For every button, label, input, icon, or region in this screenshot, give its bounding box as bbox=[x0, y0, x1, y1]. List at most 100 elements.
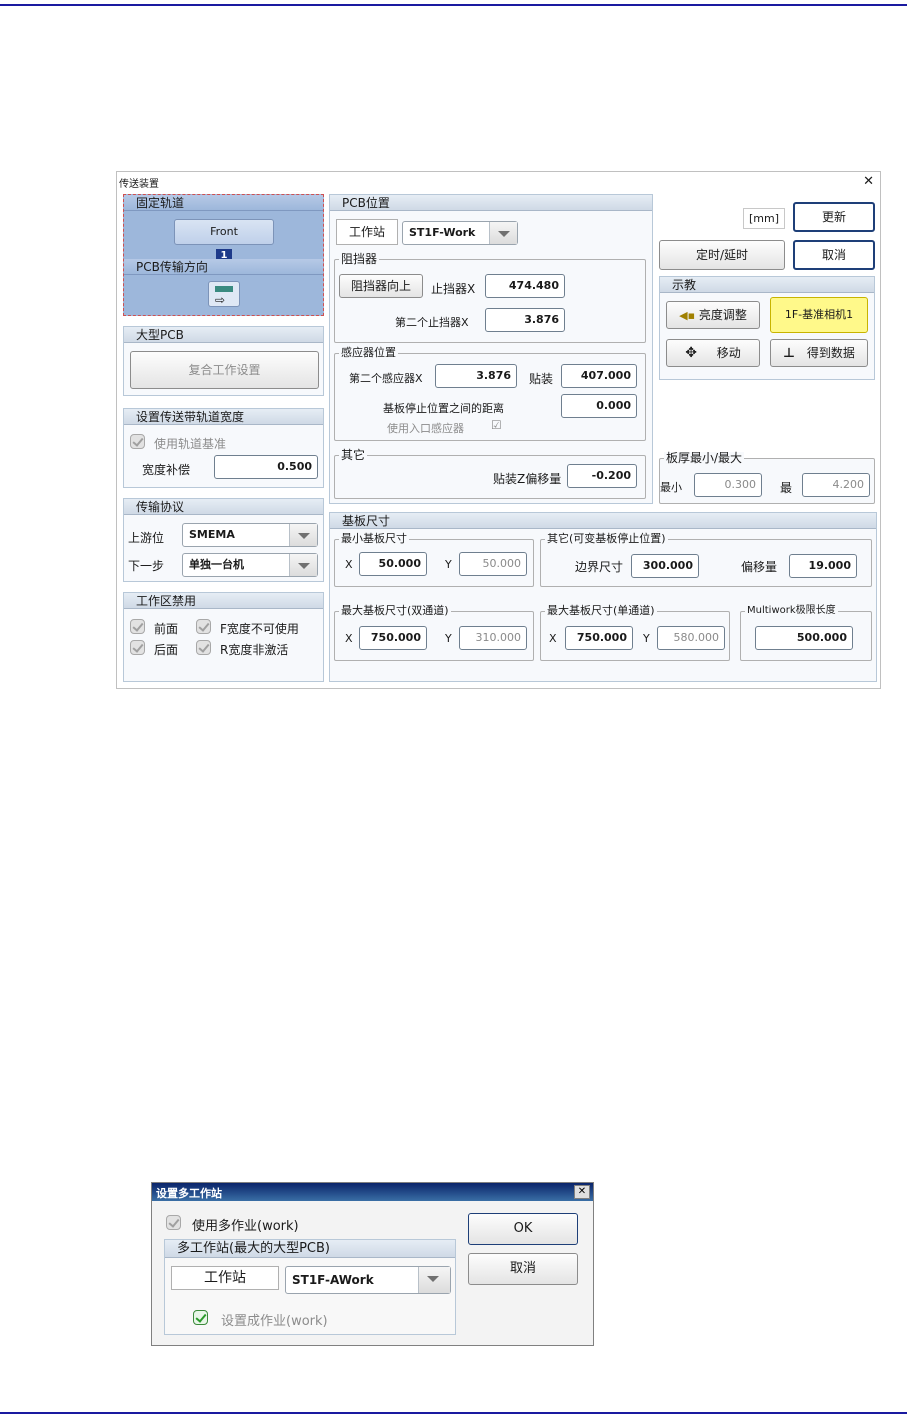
fixed-rail-header: 固定轨道 bbox=[124, 195, 323, 211]
thickness-max-input[interactable]: 4.200 bbox=[802, 473, 870, 497]
multistation-title: 设置多工作站 bbox=[156, 1187, 222, 1200]
sensor-fieldset: 感应器位置 第二个感应器X 3.876 贴装 407.000 基板停止位置之间的… bbox=[334, 347, 646, 441]
offset-label: 偏移量 bbox=[741, 560, 778, 574]
board-size-header: 基板尺寸 bbox=[330, 513, 876, 529]
station-select[interactable]: ST1F-Work bbox=[402, 221, 518, 245]
mount-label: 贴装 bbox=[529, 372, 554, 386]
get-data-button[interactable]: ⊥ 得到数据 bbox=[770, 339, 868, 367]
z-offset-input[interactable]: -0.200 bbox=[567, 464, 637, 488]
ms-station-tab[interactable]: 工作站 bbox=[171, 1266, 279, 1290]
second-stopper-x-label: 第二个止挡器X bbox=[395, 316, 469, 329]
width-comp-input[interactable]: 0.500 bbox=[214, 455, 318, 479]
brightness-button-label: 亮度调整 bbox=[698, 308, 747, 322]
min-x-label: X bbox=[345, 558, 353, 571]
use-multi-work-label: 使用多作业(work) bbox=[192, 1219, 299, 1234]
ms-station-select[interactable]: ST1F-AWork bbox=[285, 1266, 451, 1294]
thickness-fieldset: 板厚最小/最大 最小 0.300 最 4.200 bbox=[659, 452, 875, 504]
dual-y-label: Y bbox=[445, 632, 452, 645]
min-x-input[interactable]: 50.000 bbox=[359, 552, 427, 576]
next-select[interactable]: 单独一台机 bbox=[182, 553, 318, 577]
use-rail-ref-checkbox[interactable] bbox=[130, 434, 145, 449]
multistation-group: 多工作站(最大的大型PCB) 工作站 ST1F-AWork 设置成作业(work… bbox=[164, 1239, 456, 1335]
use-multi-work-checkbox[interactable] bbox=[166, 1215, 181, 1230]
direction-toggle-button[interactable]: ⇨ bbox=[208, 281, 240, 307]
sensor-legend: 感应器位置 bbox=[339, 346, 398, 359]
set-as-work-checkbox[interactable] bbox=[193, 1310, 208, 1325]
bottom-rule bbox=[0, 1412, 907, 1414]
single-y-label: Y bbox=[643, 632, 650, 645]
move-button-label: 移动 bbox=[716, 346, 741, 360]
rail-width-group: 设置传送带轨道宽度 使用轨道基准 宽度补偿 0.500 bbox=[123, 408, 324, 488]
composite-work-button[interactable]: 复合工作设置 bbox=[130, 351, 319, 389]
single-y-input[interactable]: 580.000 bbox=[657, 626, 725, 650]
dual-y-input[interactable]: 310.000 bbox=[459, 626, 527, 650]
upstream-label: 上游位 bbox=[128, 531, 165, 545]
f-width-checkbox[interactable] bbox=[196, 619, 211, 634]
use-entry-sensor-label: 使用入口感应器 bbox=[387, 422, 464, 435]
entry-sensor-checkbox[interactable]: ☑ bbox=[491, 418, 502, 432]
dual-x-input[interactable]: 750.000 bbox=[359, 626, 427, 650]
move-button[interactable]: ✥ 移动 bbox=[666, 339, 760, 367]
stopper-x-input[interactable]: 474.480 bbox=[485, 274, 565, 298]
front-checkbox[interactable] bbox=[130, 619, 145, 634]
station-value: ST1F-Work bbox=[409, 226, 476, 239]
stopper-x-label: 止挡器X bbox=[431, 282, 476, 296]
timer-button[interactable]: 定时/延时 bbox=[659, 240, 785, 270]
unit-label: [mm] bbox=[743, 208, 786, 229]
pcb-position-header: PCB位置 bbox=[330, 195, 652, 211]
arrow-right-icon bbox=[215, 286, 233, 292]
arrow-outline-icon: ⇨ bbox=[215, 293, 226, 307]
multiwork-input[interactable]: 500.000 bbox=[755, 626, 853, 650]
rear-checkbox[interactable] bbox=[130, 640, 145, 655]
upstream-select[interactable]: SMEMA bbox=[182, 523, 318, 547]
close-icon[interactable]: ✕ bbox=[863, 174, 874, 189]
board-size-group: 基板尺寸 最小基板尺寸 X 50.000 Y 50.000 其它(可变基板停止位… bbox=[329, 512, 877, 682]
close-icon[interactable]: ✕ bbox=[574, 1185, 590, 1199]
pcb-position-group: PCB位置 工作站 ST1F-Work 阻挡器 阻挡器向上 止挡器X 474.4… bbox=[329, 194, 653, 504]
conveyor-dialog: 传送装置 ✕ 固定轨道 Front 1 PCB传输方向 ⇨ 大型PCB 复合工作… bbox=[116, 171, 881, 689]
min-y-input[interactable]: 50.000 bbox=[459, 552, 527, 576]
ms-cancel-button[interactable]: 取消 bbox=[468, 1253, 578, 1285]
second-stopper-x-input[interactable]: 3.876 bbox=[485, 308, 565, 332]
offset-input[interactable]: 19.000 bbox=[789, 554, 857, 578]
border-input[interactable]: 300.000 bbox=[631, 554, 699, 578]
front-button[interactable]: Front bbox=[174, 219, 274, 245]
multistation-titlebar: 设置多工作站 ✕ bbox=[152, 1183, 593, 1201]
single-x-input[interactable]: 750.000 bbox=[565, 626, 633, 650]
window-title: 传送装置 bbox=[119, 179, 159, 190]
next-value: 单独一台机 bbox=[189, 558, 244, 571]
mount-input[interactable]: 407.000 bbox=[561, 364, 637, 388]
min-board-fieldset: 最小基板尺寸 X 50.000 Y 50.000 bbox=[334, 533, 534, 587]
fixed-rail-panel: 固定轨道 Front 1 PCB传输方向 ⇨ bbox=[123, 194, 324, 316]
max-single-fieldset: 最大基板尺寸(单通道) X 750.000 Y 580.000 bbox=[540, 605, 730, 661]
move-icon: ✥ bbox=[685, 345, 697, 361]
multiwork-fieldset: Multiwork极限长度 500.000 bbox=[740, 605, 872, 661]
other-fieldset: 其它 贴装Z偏移量 -0.200 bbox=[334, 449, 646, 499]
transfer-protocol-header: 传输协议 bbox=[124, 499, 323, 515]
r-width-checkbox[interactable] bbox=[196, 640, 211, 655]
upstream-value: SMEMA bbox=[189, 528, 235, 541]
get-data-button-label: 得到数据 bbox=[806, 346, 855, 360]
workzone-disable-group: 工作区禁用 前面 F宽度不可使用 后面 R宽度非激活 bbox=[123, 592, 324, 682]
max-single-legend: 最大基板尺寸(单通道) bbox=[545, 604, 657, 617]
variable-stop-legend: 其它(可变基板停止位置) bbox=[545, 532, 668, 545]
ok-button[interactable]: OK bbox=[468, 1213, 578, 1245]
camera-button[interactable]: 1F-基准相机1 bbox=[770, 297, 868, 333]
thickness-min-input[interactable]: 0.300 bbox=[694, 473, 762, 497]
station-tab[interactable]: 工作站 bbox=[336, 219, 398, 245]
brightness-button[interactable]: ◀▪ 亮度调整 bbox=[666, 301, 760, 329]
thickness-legend: 板厚最小/最大 bbox=[664, 451, 745, 465]
border-label: 边界尺寸 bbox=[575, 560, 624, 574]
distance-input[interactable]: 0.000 bbox=[561, 394, 637, 418]
set-as-work-label: 设置成作业(work) bbox=[221, 1314, 328, 1329]
chevron-down-icon bbox=[289, 554, 317, 576]
second-sensor-x-input[interactable]: 3.876 bbox=[435, 364, 517, 388]
f-width-label: F宽度不可使用 bbox=[220, 622, 299, 636]
stopper-up-button[interactable]: 阻挡器向上 bbox=[339, 274, 423, 298]
update-button[interactable]: 更新 bbox=[793, 202, 875, 232]
stopper-legend: 阻挡器 bbox=[339, 252, 380, 266]
transfer-protocol-group: 传输协议 上游位 SMEMA 下一步 单独一台机 bbox=[123, 498, 324, 582]
single-x-label: X bbox=[549, 632, 557, 645]
chevron-down-icon bbox=[489, 222, 517, 244]
cancel-button[interactable]: 取消 bbox=[793, 240, 875, 270]
